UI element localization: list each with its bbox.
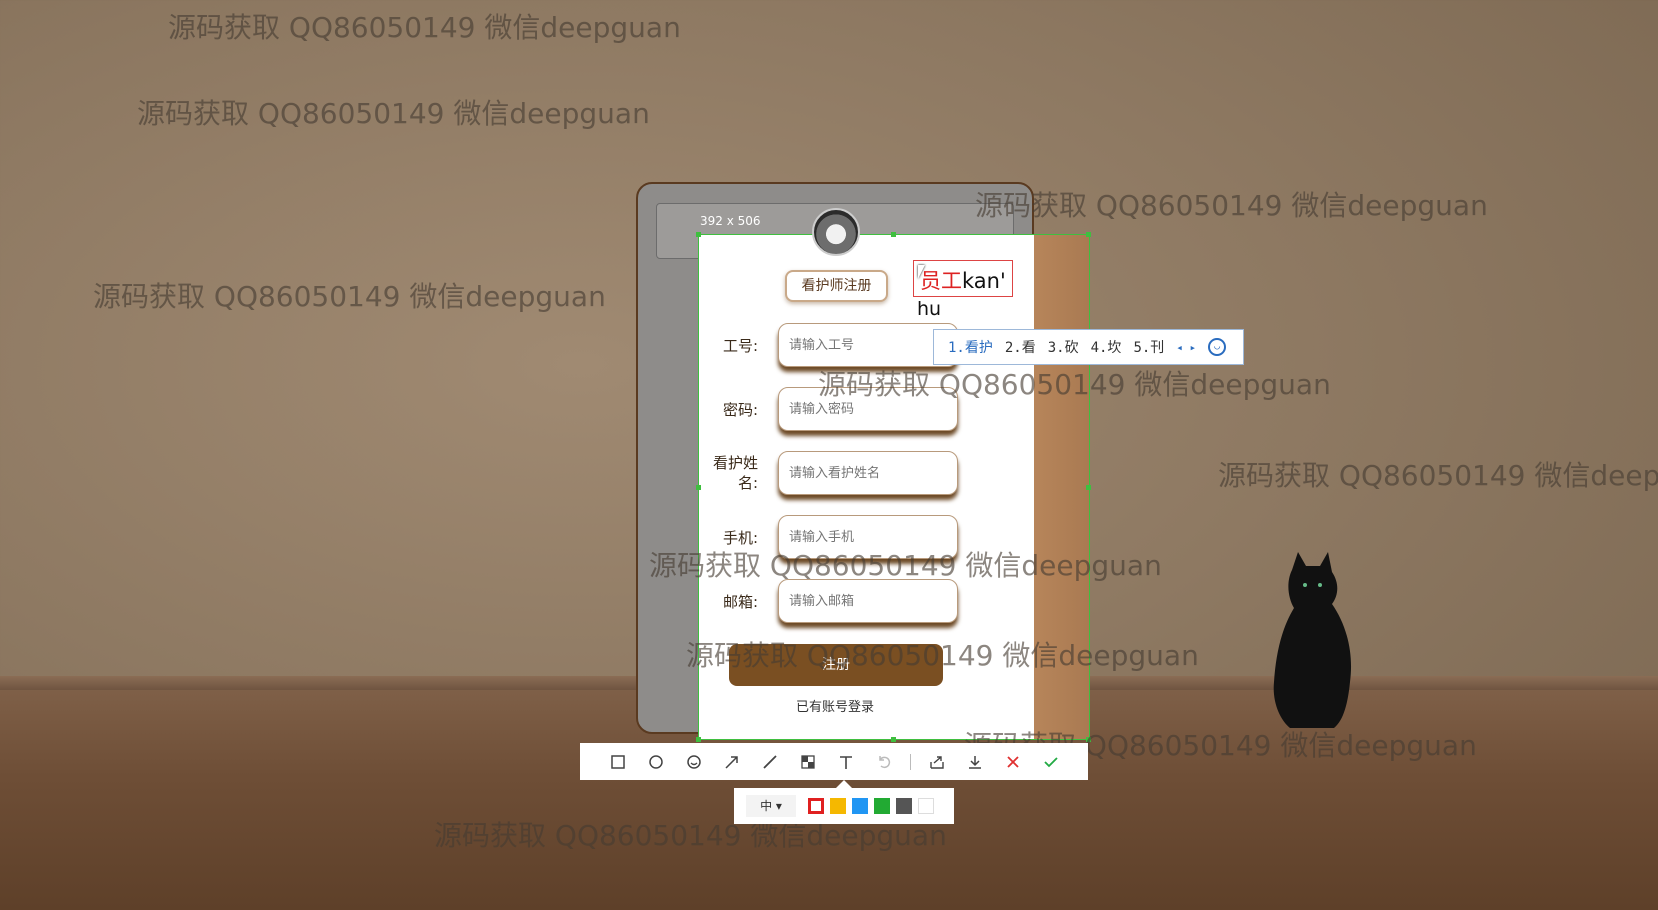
ime-page-arrows-icon[interactable]: ◂ ▸ [1176, 341, 1196, 354]
watermark-text: 源码获取 QQ86050149 微信deepguan [975, 189, 1488, 222]
ime-candidate[interactable]: 1.看护 [948, 337, 993, 357]
ime-composition-pinyin: kan' [962, 269, 1006, 293]
color-swatch-gray[interactable] [896, 798, 912, 814]
color-swatch-yellow[interactable] [830, 798, 846, 814]
download-icon[interactable] [963, 750, 987, 774]
pen-icon[interactable] [758, 750, 782, 774]
mouse-cursor-icon [918, 265, 925, 279]
ime-candidate[interactable]: 2.看 [1005, 337, 1036, 357]
employee-id-input[interactable] [778, 323, 958, 367]
field-label-id: 工号: [722, 337, 758, 355]
ellipse-icon[interactable] [644, 750, 668, 774]
rectangle-icon[interactable] [606, 750, 630, 774]
selection-handle[interactable] [696, 485, 701, 490]
watermark-text: 源码获取 QQ86050149 微信deepguan [93, 280, 606, 313]
watermark-text: 源码获取 QQ86050149 微信deepguan [137, 97, 650, 130]
selection-handle[interactable] [696, 737, 701, 742]
watermark-text: 源码获取 QQ86050149 微信deepguan [1218, 459, 1658, 492]
watermark-text: 源码获取 QQ86050149 微信deepguan [168, 11, 681, 44]
page-title-button[interactable]: 看护师注册 [785, 270, 888, 302]
field-label-name: 看护姓名: [712, 454, 758, 492]
color-swatch-green[interactable] [874, 798, 890, 814]
emoji-icon[interactable] [682, 750, 706, 774]
email-input[interactable] [778, 579, 958, 623]
avatar [812, 208, 860, 256]
watermark-text: 源码获取 QQ86050149 微信deepguan [818, 368, 1331, 401]
selection-handle[interactable] [1086, 485, 1091, 490]
capture-size-label: 392 x 506 [700, 214, 761, 228]
ime-second-line: hu [917, 298, 942, 320]
color-swatch-red[interactable] [808, 798, 824, 814]
arrow-icon[interactable] [720, 750, 744, 774]
undo-icon[interactable] [872, 750, 896, 774]
watermark-text: 源码获取 QQ86050149 微信deepguan [686, 639, 1199, 672]
selection-handle[interactable] [891, 232, 896, 237]
ime-candidate[interactable]: 3.砍 [1048, 337, 1079, 357]
color-swatch-white[interactable] [918, 798, 934, 814]
ime-candidate[interactable]: 5.刊 [1133, 337, 1164, 357]
toolbar-pointer [836, 780, 852, 788]
screenshot-toolbar [580, 743, 1088, 780]
selection-handle[interactable] [891, 737, 896, 742]
field-label-email: 邮箱: [722, 593, 758, 611]
caregiver-name-input[interactable] [778, 451, 958, 495]
color-picker-bar: 中 ▾ [734, 788, 954, 824]
mosaic-icon[interactable] [796, 750, 820, 774]
ime-candidate-bar: 1.看护 2.看 3.砍 4.坎 5.刊 ◂ ▸ ◡ [933, 329, 1244, 365]
brush-size-select[interactable]: 中 ▾ [746, 795, 796, 817]
text-icon[interactable] [834, 750, 858, 774]
color-swatch-blue[interactable] [852, 798, 868, 814]
share-icon[interactable] [925, 750, 949, 774]
watermark-text: 源码获取 QQ86050149 微信deepguan [649, 549, 1162, 582]
brush-size-value: 中 [760, 799, 773, 813]
ime-composition-committed: 员工 [920, 269, 962, 293]
ime-composition-box: 员工kan' [913, 260, 1013, 297]
ime-emoji-icon[interactable]: ◡ [1208, 338, 1227, 356]
ime-candidate[interactable]: 4.坎 [1091, 337, 1122, 357]
selection-handle[interactable] [696, 232, 701, 237]
close-icon[interactable] [1001, 750, 1025, 774]
confirm-icon[interactable] [1039, 750, 1063, 774]
field-label-password: 密码: [722, 401, 758, 419]
cat-image [1273, 552, 1352, 728]
selection-handle[interactable] [1086, 232, 1091, 237]
toolbar-divider [910, 753, 911, 770]
login-link[interactable]: 已有账号登录 [760, 696, 910, 715]
